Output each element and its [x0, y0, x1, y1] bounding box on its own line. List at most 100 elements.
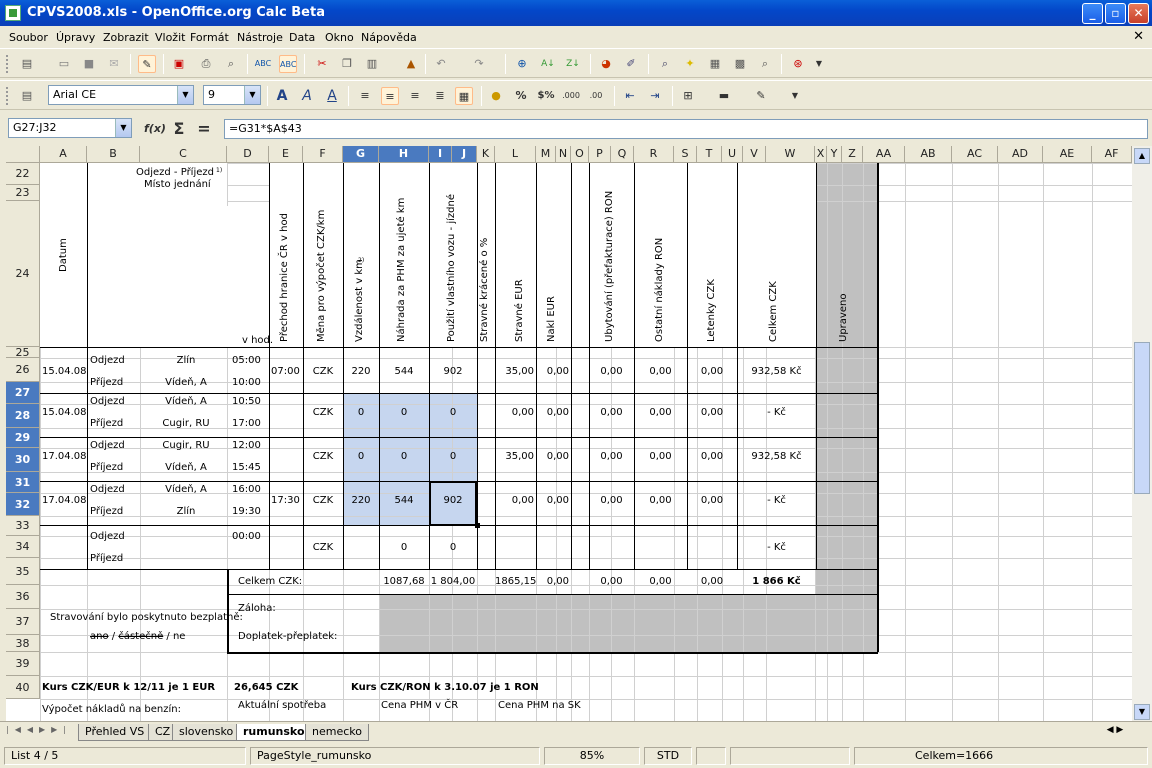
status-page-style[interactable]: PageStyle_rumunsko: [250, 747, 540, 765]
draw-functions-icon[interactable]: ✐: [622, 55, 640, 73]
horizontal-scroll-icon[interactable]: ◀ ▶: [1100, 725, 1130, 740]
cut-icon[interactable]: ✂: [313, 55, 331, 73]
status-zoom[interactable]: 85%: [544, 747, 640, 765]
column-header[interactable]: AD: [998, 146, 1043, 163]
row-header[interactable]: 26: [6, 358, 40, 382]
row-header[interactable]: 27: [6, 382, 40, 404]
maximize-button[interactable]: ▫: [1105, 3, 1126, 24]
find-replace-icon[interactable]: ⌕: [656, 55, 674, 73]
print-icon[interactable]: ⎙: [197, 55, 215, 73]
function-icon[interactable]: =: [195, 120, 213, 138]
row-header[interactable]: 25: [6, 347, 40, 358]
save-icon[interactable]: ■: [80, 55, 98, 73]
close-button[interactable]: ✕: [1128, 3, 1149, 24]
row-header[interactable]: 35: [6, 558, 40, 585]
column-header[interactable]: X: [815, 146, 827, 163]
column-header[interactable]: N: [556, 146, 571, 163]
column-header[interactable]: B: [87, 146, 140, 163]
redo-icon[interactable]: ↷: [470, 55, 488, 73]
fill-handle[interactable]: [475, 523, 480, 528]
sort-ascending-icon[interactable]: A↓: [539, 55, 557, 73]
row-header[interactable]: 32: [6, 493, 40, 516]
chart-icon[interactable]: ◕: [597, 55, 615, 73]
column-header[interactable]: T: [697, 146, 722, 163]
edit-file-icon[interactable]: ✎: [138, 55, 156, 73]
name-box[interactable]: G27:J32 ▼: [8, 118, 132, 138]
column-header[interactable]: A: [40, 146, 87, 163]
scroll-thumb[interactable]: [1134, 342, 1150, 494]
column-header[interactable]: S: [674, 146, 697, 163]
mail-icon[interactable]: ✉: [105, 55, 123, 73]
align-center-icon[interactable]: ≡: [381, 87, 399, 105]
column-header[interactable]: W: [766, 146, 815, 163]
column-header[interactable]: O: [571, 146, 589, 163]
datasources-icon[interactable]: ▩: [731, 55, 749, 73]
column-header[interactable]: AE: [1043, 146, 1092, 163]
scroll-down-icon[interactable]: ▼: [1134, 704, 1150, 720]
format-paintbrush-icon[interactable]: ▲: [402, 55, 420, 73]
menu-format[interactable]: Formát: [190, 31, 229, 44]
underline-icon[interactable]: A: [323, 87, 341, 105]
font-name-select[interactable]: Arial CE ▼: [48, 85, 194, 105]
column-header[interactable]: AB: [905, 146, 952, 163]
zoom-icon[interactable]: ⌕: [756, 55, 774, 73]
close-document-icon[interactable]: ✕: [1133, 29, 1144, 44]
row-header[interactable]: 33: [6, 516, 40, 536]
menu-napoveda[interactable]: Nápověda: [361, 31, 417, 44]
print-preview-icon[interactable]: ⌕: [222, 55, 240, 73]
spreadsheet-grid[interactable]: A B C D E F G H I J K L M N O P Q R S T U V W X Y Z AA AB AC AD AE AF 22…: [6, 146, 1132, 721]
menu-upravy[interactable]: Úpravy: [56, 31, 95, 44]
column-header[interactable]: Q: [611, 146, 634, 163]
tab-navigation-icon[interactable]: |◀◀▶▶|: [6, 725, 74, 740]
column-header[interactable]: G: [343, 146, 379, 163]
background-color-icon[interactable]: ▬: [715, 87, 733, 105]
column-header[interactable]: F: [303, 146, 343, 163]
sum-icon[interactable]: Σ: [170, 120, 188, 138]
menu-zobrazit[interactable]: Zobrazit: [103, 31, 149, 44]
delete-decimal-icon[interactable]: .00: [587, 87, 605, 105]
column-header[interactable]: H: [379, 146, 429, 163]
currency-icon[interactable]: ●: [487, 87, 505, 105]
column-header[interactable]: U: [722, 146, 743, 163]
row-header[interactable]: 40: [6, 676, 40, 699]
column-header[interactable]: P: [589, 146, 611, 163]
column-header[interactable]: Z: [842, 146, 863, 163]
select-all-corner[interactable]: [6, 146, 40, 163]
sort-descending-icon[interactable]: Z↓: [564, 55, 582, 73]
column-header[interactable]: AA: [863, 146, 905, 163]
status-mode[interactable]: STD: [644, 747, 692, 765]
align-left-icon[interactable]: ≡: [356, 87, 374, 105]
hyperlink-icon[interactable]: ⊕: [513, 55, 531, 73]
row-header[interactable]: 34: [6, 536, 40, 558]
column-header[interactable]: D: [227, 146, 269, 163]
borders-icon[interactable]: ⊞: [679, 87, 697, 105]
autospellcheck-icon[interactable]: ABC: [279, 55, 297, 73]
increase-indent-icon[interactable]: ⇥: [646, 87, 664, 105]
align-right-icon[interactable]: ≡: [406, 87, 424, 105]
row-header[interactable]: 28: [6, 404, 40, 428]
row-header[interactable]: 23: [6, 185, 40, 201]
column-header[interactable]: R: [634, 146, 674, 163]
bold-icon[interactable]: A: [273, 87, 291, 105]
row-header[interactable]: 29: [6, 428, 40, 448]
menu-data[interactable]: Data: [289, 31, 315, 44]
scroll-up-icon[interactable]: ▲: [1134, 148, 1150, 164]
copy-icon[interactable]: ❐: [338, 55, 356, 73]
row-header[interactable]: 24: [6, 201, 40, 347]
paste-icon[interactable]: ▥: [363, 55, 381, 73]
spellcheck-icon[interactable]: ABC: [254, 55, 272, 73]
tab-rumunsko[interactable]: rumunsko: [236, 724, 312, 741]
navigator-icon[interactable]: ✦: [681, 55, 699, 73]
column-header[interactable]: M: [536, 146, 556, 163]
menu-vlozit[interactable]: Vložit: [155, 31, 185, 44]
row-header[interactable]: 36: [6, 585, 40, 609]
column-header[interactable]: AF: [1092, 146, 1132, 163]
formula-input[interactable]: =G31*$A$43: [224, 119, 1148, 139]
column-header[interactable]: V: [743, 146, 766, 163]
undo-icon[interactable]: ↶: [432, 55, 450, 73]
tab-nemecko[interactable]: nemecko: [305, 724, 369, 741]
row-header[interactable]: 22: [6, 163, 40, 185]
tab-prehled-vs[interactable]: Přehled VS: [78, 724, 152, 741]
font-size-select[interactable]: 9 ▼: [203, 85, 261, 105]
tab-slovensko[interactable]: slovensko: [172, 724, 241, 741]
